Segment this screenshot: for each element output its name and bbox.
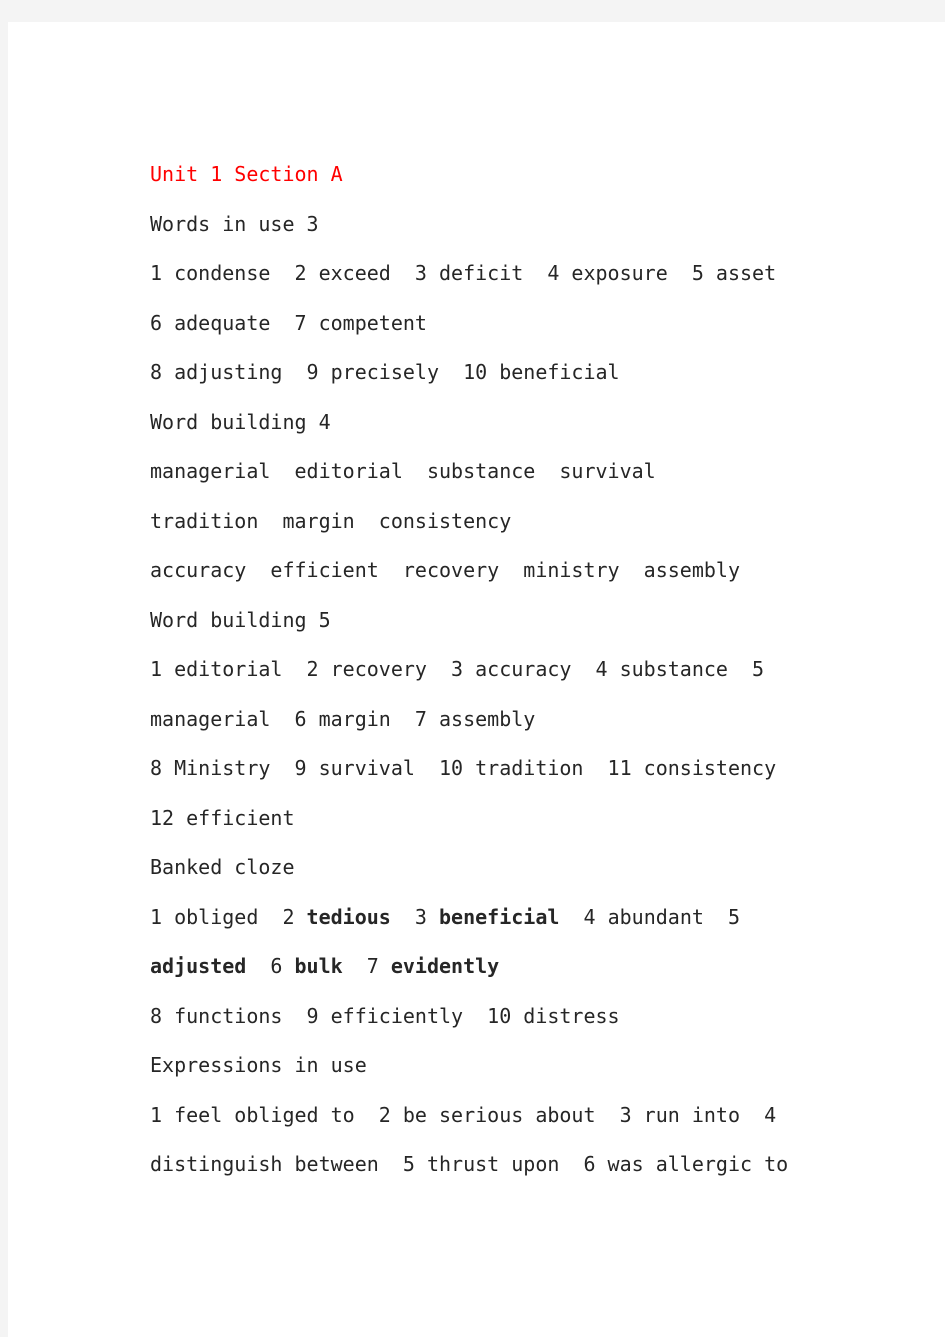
words-in-use-answers-1: 1 condense 2 exceed 3 deficit 4 exposure…: [150, 249, 822, 299]
heading-word-building-4: Word building 4: [150, 398, 822, 448]
word-building-5-answers-1-segment-0: 1 editorial 2 recovery 3 accuracy 4 subs…: [150, 657, 765, 681]
heading-words-in-use: Words in use 3: [150, 200, 822, 250]
banked-cloze-answers-1-segment-1: tedious: [306, 904, 391, 929]
expressions-in-use-answers-2-segment-0: distinguish between 5 thrust upon 6 was …: [150, 1152, 789, 1176]
heading-banked-cloze: Banked cloze: [150, 843, 822, 893]
heading-word-building-4-segment-0: Word building 4: [150, 409, 331, 434]
banked-cloze-answers-1-segment-2: 3: [390, 904, 440, 929]
word-building-5-answers-2: managerial 6 margin 7 assembly: [150, 695, 822, 745]
words-in-use-answers-2: 6 adequate 7 competent: [150, 299, 822, 349]
expressions-in-use-answers-1-segment-0: 1 feel obliged to 2 be serious about 3 r…: [150, 1102, 777, 1127]
word-building-4-row-1: managerial editorial substance survival: [150, 447, 822, 497]
banked-cloze-answers-2-segment-2: bulk: [294, 954, 343, 978]
word-building-5-answers-3-segment-0: 8 Ministry 9 survival 10 tradition 11 co…: [150, 756, 777, 780]
words-in-use-answers-1-segment-0: 1 condense 2 exceed 3 deficit 4 exposure…: [150, 261, 777, 285]
banked-cloze-answers-1: 1 obliged 2 tedious 3 beneficial 4 abund…: [150, 893, 822, 943]
heading-word-building-5-segment-0: Word building 5: [150, 607, 331, 632]
expressions-in-use-answers-2: distinguish between 5 thrust upon 6 was …: [150, 1140, 822, 1190]
document-page: Unit 1 Section A Words in use 3 1 condense…: [8, 22, 945, 1337]
banked-cloze-answers-2-segment-0: adjusted: [150, 954, 247, 978]
word-building-5-answers-1: 1 editorial 2 recovery 3 accuracy 4 subs…: [150, 645, 822, 695]
words-in-use-answers-2-segment-0: 6 adequate 7 competent: [150, 310, 427, 335]
word-building-5-answers-4: 12 efficient: [150, 794, 822, 844]
words-in-use-answers-3: 8 adjusting 9 precisely 10 beneficial: [150, 348, 822, 398]
banked-cloze-answers-3: 8 functions 9 efficiently 10 distress: [150, 992, 822, 1042]
word-building-4-row-1-segment-0: managerial editorial substance survival: [150, 459, 656, 483]
heading-word-building-5: Word building 5: [150, 596, 822, 646]
banked-cloze-answers-2-segment-4: evidently: [390, 954, 500, 978]
banked-cloze-answers-1-segment-3: beneficial: [439, 904, 560, 929]
word-building-4-row-2: tradition margin consistency: [150, 497, 822, 547]
heading-expressions-in-use: Expressions in use: [150, 1041, 822, 1091]
heading-words-in-use-segment-0: Words in use 3: [150, 211, 319, 236]
word-building-5-answers-2-segment-0: managerial 6 margin 7 assembly: [150, 706, 536, 731]
expressions-in-use-answers-1: 1 feel obliged to 2 be serious about 3 r…: [150, 1091, 822, 1141]
banked-cloze-answers-1-segment-0: 1 obliged 2: [150, 904, 307, 929]
banked-cloze-answers-3-segment-0: 8 functions 9 efficiently 10 distress: [150, 1003, 620, 1028]
banked-cloze-answers-2: adjusted 6 bulk 7 evidently: [150, 942, 822, 992]
words-in-use-answers-3-segment-0: 8 adjusting 9 precisely 10 beneficial: [150, 360, 620, 384]
banked-cloze-answers-2-segment-1: 6: [246, 954, 295, 978]
heading-unit: Unit 1 Section A: [150, 150, 822, 200]
word-building-5-answers-3: 8 Ministry 9 survival 10 tradition 11 co…: [150, 744, 822, 794]
document-text-body: Unit 1 Section A Words in use 3 1 condense…: [150, 150, 822, 1190]
word-building-4-row-3: accuracy efficient recovery ministry ass…: [150, 546, 822, 596]
banked-cloze-answers-1-segment-4: 4 abundant 5: [559, 904, 741, 929]
word-building-4-row-3-segment-0: accuracy efficient recovery ministry ass…: [150, 558, 741, 582]
heading-banked-cloze-segment-0: Banked cloze: [150, 855, 295, 879]
word-building-4-row-2-segment-0: tradition margin consistency: [150, 508, 512, 533]
heading-unit-segment-0: Unit 1 Section A: [150, 162, 343, 186]
word-building-5-answers-4-segment-0: 12 efficient: [150, 805, 295, 830]
heading-expressions-in-use-segment-0: Expressions in use: [150, 1053, 367, 1077]
banked-cloze-answers-2-segment-3: 7: [342, 954, 391, 978]
